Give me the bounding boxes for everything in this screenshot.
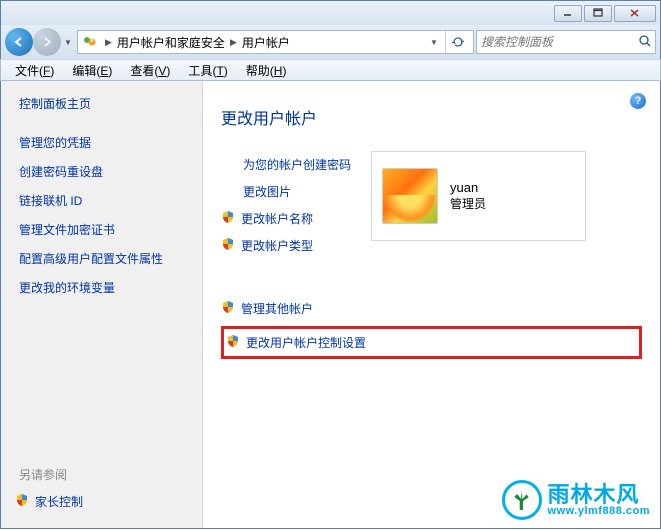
account-actions-group1: 为您的帐户创建密码 更改图片 更改帐户名称 更改帐户类型 [221,151,351,259]
menu-view[interactable]: 查看(V) [122,60,178,81]
sidebar-link-online-id[interactable]: 链接联机 ID [13,186,190,215]
nav-history-dropdown[interactable]: ▼ [61,30,75,54]
link-change-account-name[interactable]: 更改帐户名称 [221,205,351,232]
link-change-picture[interactable]: 更改图片 [221,178,351,205]
main-content: ? 更改用户帐户 为您的帐户创建密码 更改图片 更改帐户名称 更改帐户类型 [203,81,660,528]
shield-icon [221,300,235,317]
link-manage-other-accounts[interactable]: 管理其他帐户 [221,295,642,322]
page-title: 更改用户帐户 [221,105,642,129]
link-change-uac-settings[interactable]: 更改用户帐户控制设置 [226,332,366,353]
shield-icon [15,493,29,510]
watermark: 雨林木风 www.ylmf888.com [502,480,650,520]
account-card: yuan 管理员 [371,151,586,241]
search-input[interactable] [481,35,638,49]
menu-tools[interactable]: 工具(T) [180,60,235,81]
sidebar-link-encryption-certs[interactable]: 管理文件加密证书 [13,215,190,244]
sidebar: 控制面板主页 管理您的凭据 创建密码重设盘 链接联机 ID 管理文件加密证书 配… [1,81,203,528]
address-dropdown[interactable]: ▼ [427,30,441,54]
help-icon[interactable]: ? [630,93,646,109]
breadcrumb-segment[interactable]: 用户帐户 [240,34,292,51]
search-box [476,30,656,54]
back-button[interactable] [5,28,33,56]
window-titlebar [0,0,661,25]
search-icon[interactable] [638,34,652,51]
nav-buttons: ▼ [5,28,75,56]
minimize-button[interactable] [554,5,582,22]
menubar: 文件(F) 编辑(E) 查看(V) 工具(T) 帮助(H) [0,59,661,81]
shield-icon [226,334,240,351]
watermark-brand: 雨林木风 [548,484,650,506]
sidebar-link-label: 家长控制 [35,493,83,510]
shield-icon [221,210,235,227]
close-button[interactable] [614,5,656,22]
highlight-annotation: 更改用户帐户控制设置 [221,326,642,359]
account-info: yuan 管理员 [450,180,486,212]
see-also-label: 另请参阅 [13,462,190,489]
menu-help[interactable]: 帮助(H) [238,60,295,81]
watermark-icon [502,480,542,520]
avatar [382,168,438,224]
forward-button[interactable] [33,28,61,56]
body: 控制面板主页 管理您的凭据 创建密码重设盘 链接联机 ID 管理文件加密证书 配… [0,81,661,529]
link-create-password[interactable]: 为您的帐户创建密码 [221,151,351,178]
user-accounts-icon [82,34,98,50]
address-bar-row: ▼ ▶ 用户帐户和家庭安全 ▶ 用户帐户 ▼ [0,25,661,59]
shield-icon [221,237,235,254]
link-change-account-type[interactable]: 更改帐户类型 [221,232,351,259]
breadcrumb-arrow[interactable]: ▶ [102,37,115,48]
sidebar-link-advanced-profile[interactable]: 配置高级用户配置文件属性 [13,244,190,273]
menu-edit[interactable]: 编辑(E) [64,60,120,81]
refresh-button[interactable] [445,31,469,53]
account-name: yuan [450,180,486,195]
sidebar-link-credentials[interactable]: 管理您的凭据 [13,128,190,157]
sidebar-home-link[interactable]: 控制面板主页 [13,95,190,112]
account-role: 管理员 [450,195,486,212]
watermark-url: www.ylmf888.com [548,506,650,517]
sidebar-link-env-vars[interactable]: 更改我的环境变量 [13,273,190,302]
breadcrumb: ▶ 用户帐户和家庭安全 ▶ 用户帐户 [102,34,423,51]
maximize-button[interactable] [584,5,612,22]
account-actions-group2: 管理其他帐户 更改用户帐户控制设置 [221,295,642,359]
sidebar-link-parental[interactable]: 家长控制 [13,489,190,514]
breadcrumb-segment[interactable]: 用户帐户和家庭安全 [115,34,227,51]
breadcrumb-arrow[interactable]: ▶ [227,37,240,48]
menu-file[interactable]: 文件(F) [7,60,62,81]
sidebar-link-password-reset-disk[interactable]: 创建密码重设盘 [13,157,190,186]
address-bar[interactable]: ▶ 用户帐户和家庭安全 ▶ 用户帐户 ▼ [77,30,474,54]
